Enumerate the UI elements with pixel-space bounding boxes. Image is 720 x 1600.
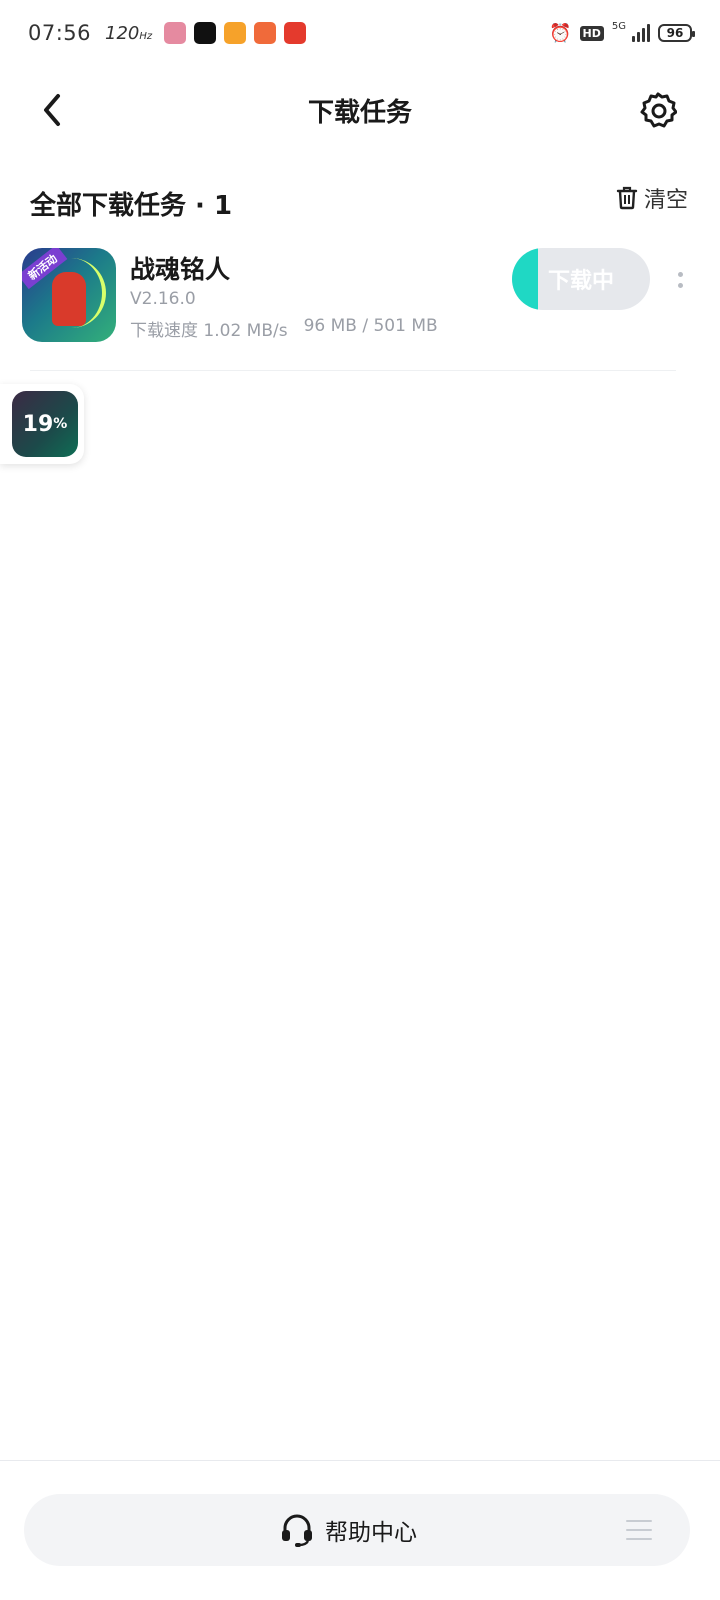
more-options-button[interactable] [670, 266, 690, 294]
settings-button[interactable] [636, 88, 680, 132]
status-time: 07:56 [28, 21, 92, 45]
menu-icon[interactable] [626, 1520, 652, 1540]
floating-download-progress[interactable]: 19% [0, 384, 84, 464]
more-dot [677, 283, 683, 288]
notification-app-4-icon [254, 22, 277, 44]
downloading-button[interactable]: 下载中 [512, 248, 650, 310]
status-bar: 07:56 120Hz ⏰ HD 5G 96 [0, 0, 720, 66]
divider [30, 370, 676, 371]
download-size: 96 MB / 501 MB [303, 316, 438, 336]
refresh-rate-value: 120 [105, 22, 140, 44]
section-header: 全部下载任务 · 1 清空 [30, 178, 690, 228]
notification-app-5-icon [284, 22, 307, 44]
download-speed: 下载速度 1.02 MB/s [130, 321, 288, 341]
status-left: 07:56 120Hz [28, 21, 307, 45]
download-status-label: 下载中 [547, 269, 614, 294]
refresh-rate-unit: Hz [139, 30, 153, 42]
icon-art-character [52, 272, 86, 326]
trash-icon [616, 186, 638, 210]
help-center-bar[interactable]: 帮助中心 [24, 1494, 690, 1566]
floating-progress-unit: % [53, 416, 68, 432]
headset-icon [282, 1514, 312, 1547]
hd-badge: HD [579, 25, 604, 41]
chevron-left-icon [44, 94, 60, 126]
task-name: 战魂铭人 [130, 255, 231, 284]
network-type: 5G [611, 21, 626, 32]
page-title: 下载任务 [307, 97, 412, 128]
floating-progress-badge: 19% [12, 391, 78, 457]
help-center-button[interactable]: 帮助中心 [279, 1512, 417, 1548]
section-title: 全部下载任务 · 1 [30, 190, 233, 221]
alarm-icon: ⏰ [549, 22, 572, 44]
floating-progress-value: 19 [22, 411, 54, 437]
battery-level: 96 [666, 26, 684, 40]
bottom-divider [0, 1460, 720, 1461]
back-button[interactable] [30, 88, 74, 132]
more-dot [677, 272, 683, 277]
notification-tiktok-icon [194, 22, 217, 44]
header: 下载任务 [0, 70, 720, 150]
signal-icon [632, 24, 650, 42]
status-right: ⏰ HD 5G 96 [549, 21, 695, 44]
task-version: V2.16.0 [130, 289, 196, 309]
clear-label: 清空 [643, 188, 688, 213]
notification-app-1-icon [164, 22, 187, 44]
game-app-icon: 新活动 [22, 248, 116, 342]
download-task-item[interactable]: 新活动 战魂铭人 V2.16.0 下载速度 1.02 MB/s 96 MB / … [22, 244, 690, 368]
task-meta: 下载速度 1.02 MB/s 96 MB / 501 MB [130, 316, 438, 341]
clear-button[interactable]: 清空 [616, 182, 688, 214]
battery-icon: 96 [658, 24, 695, 42]
gear-icon [640, 92, 677, 128]
refresh-rate: 120Hz [105, 23, 152, 44]
download-progress-fill [512, 248, 539, 310]
notification-app-3-icon [224, 22, 247, 44]
help-center-label: 帮助中心 [325, 1520, 417, 1546]
